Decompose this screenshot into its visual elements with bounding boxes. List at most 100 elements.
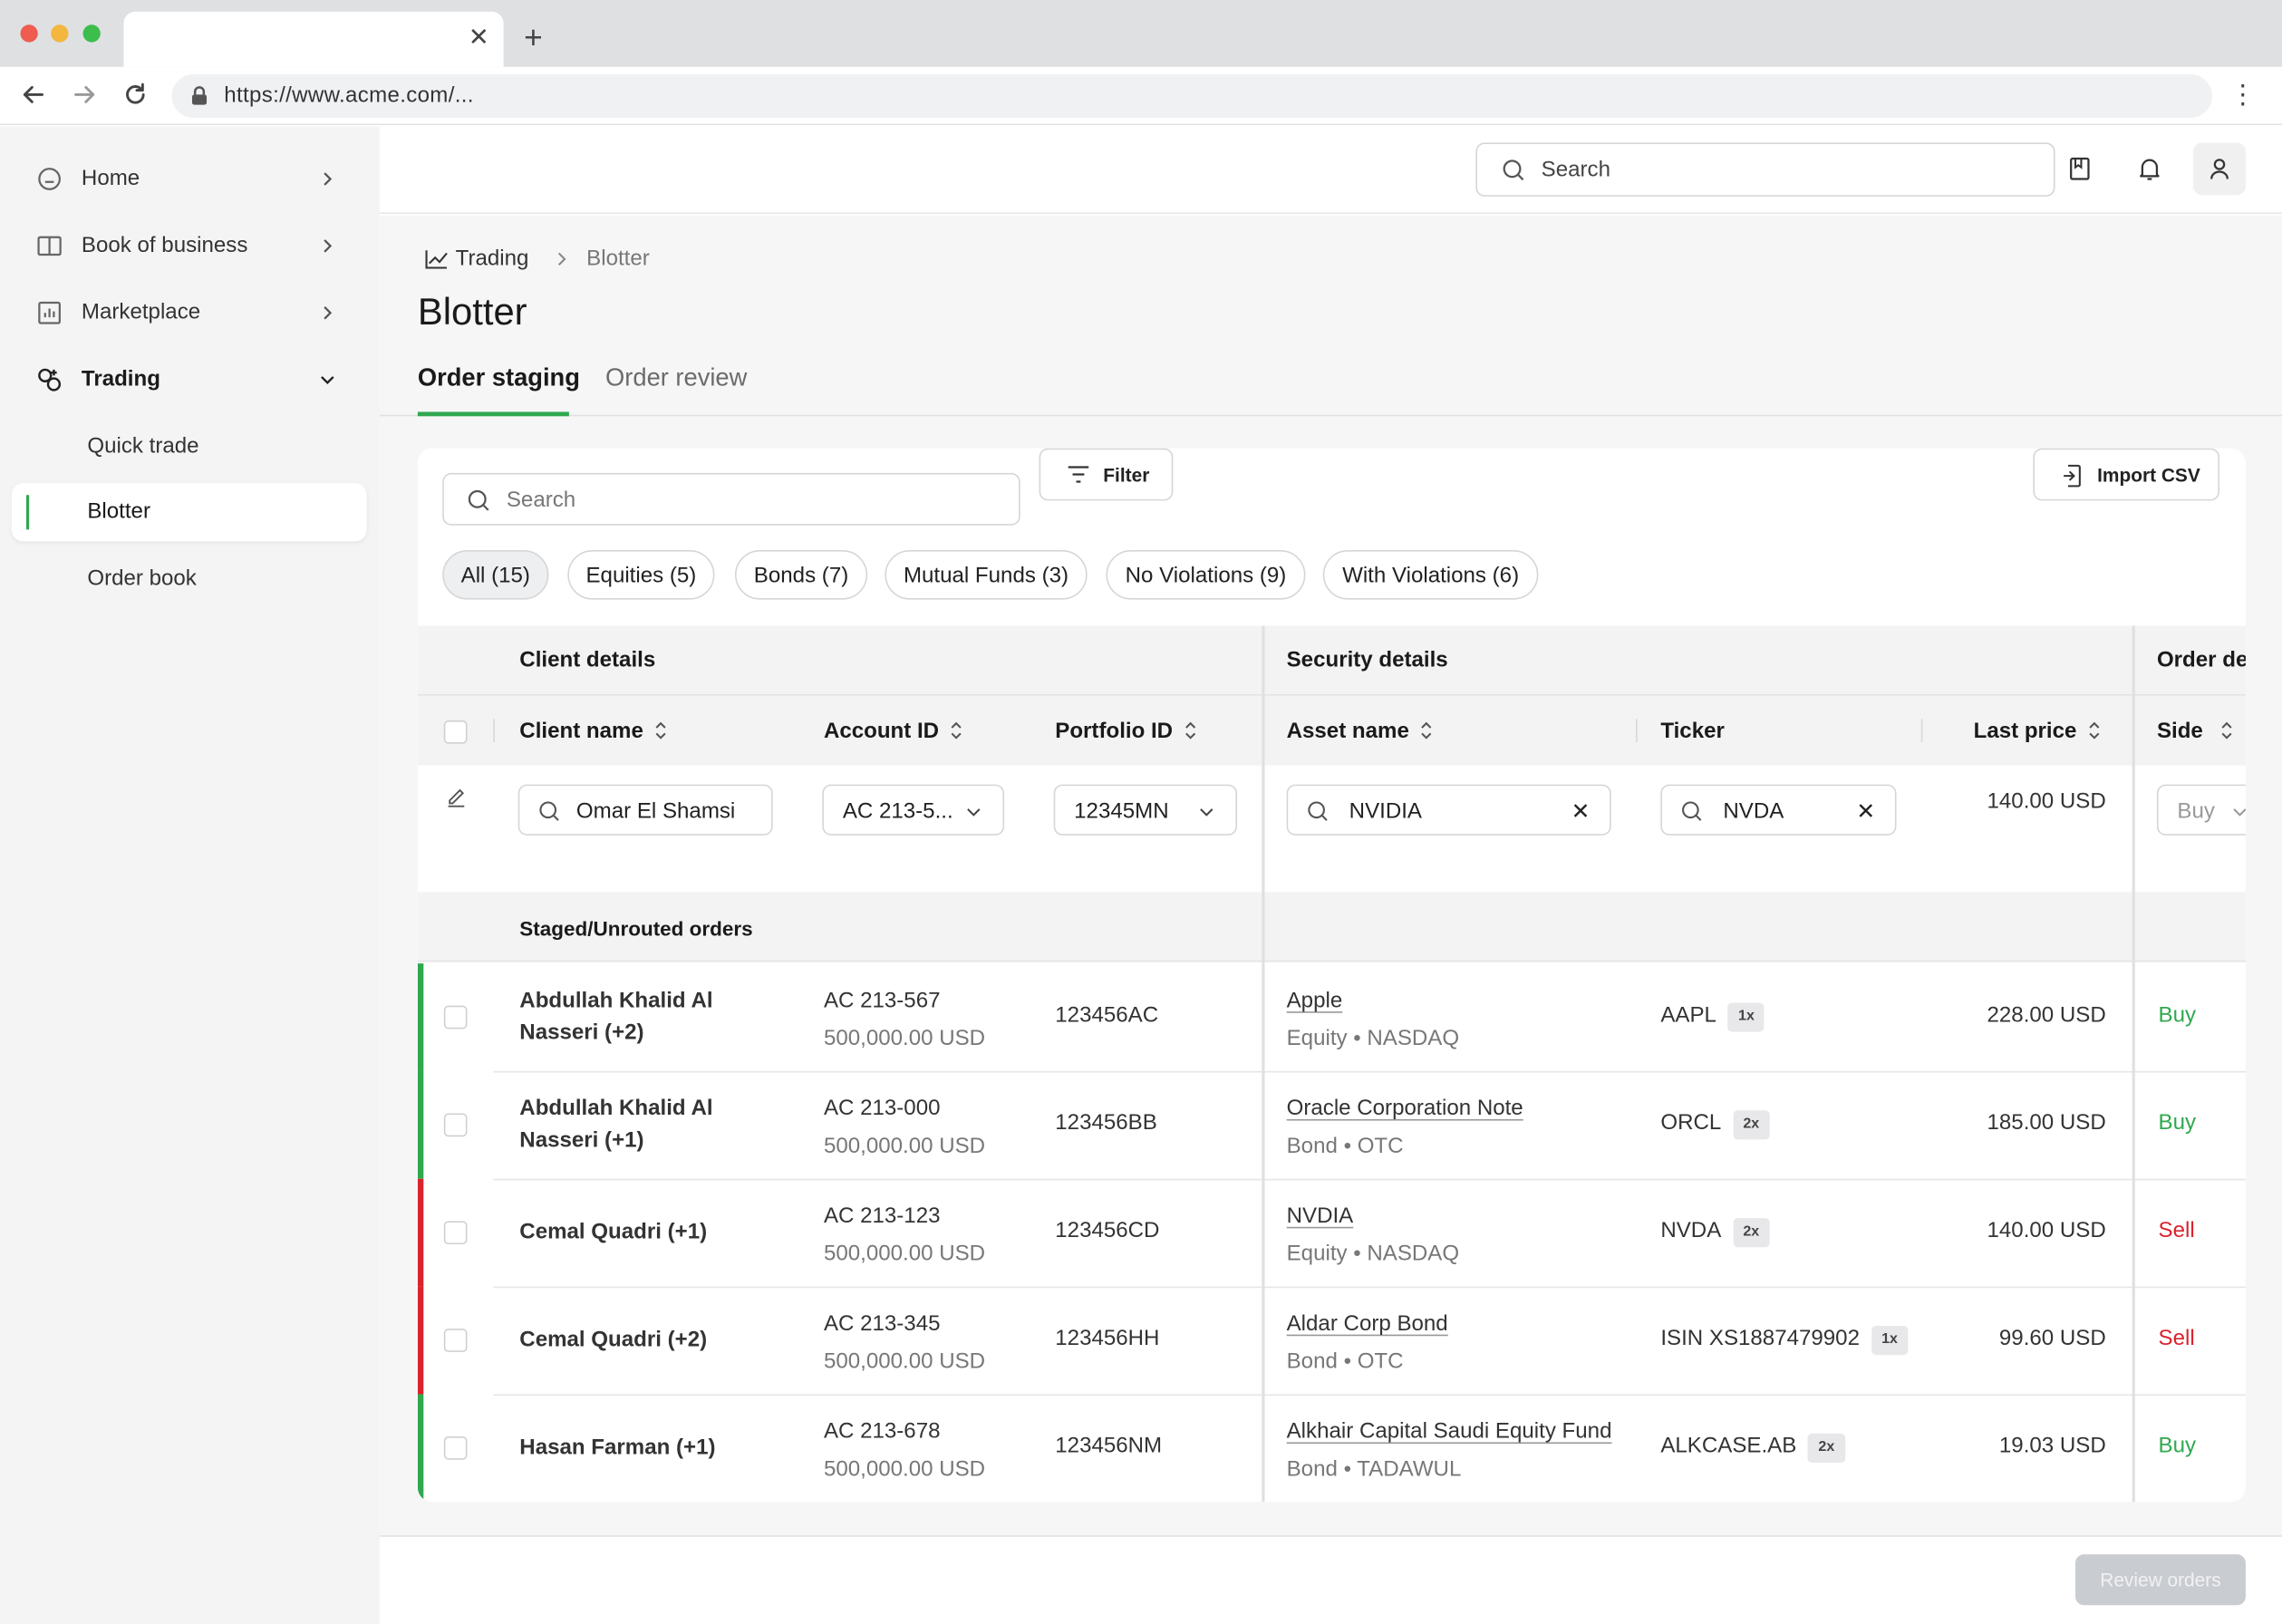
chip-equities[interactable]: Equities (5) <box>567 550 715 600</box>
table-row[interactable]: Cemal Quadri (+1) AC 213-123 500,000.00 U… <box>417 1178 2246 1287</box>
review-orders-button[interactable]: Review orders <box>2075 1554 2246 1606</box>
portfolio-id: 123456CD <box>1055 1218 1160 1243</box>
sidebar-item-label: Blotter <box>87 498 150 525</box>
sidebar-item-blotter[interactable]: Blotter <box>11 483 367 542</box>
side-select[interactable]: Buy <box>2156 784 2246 836</box>
row-checkbox[interactable] <box>443 1329 468 1352</box>
profile-button[interactable] <box>2193 142 2246 196</box>
side-value: Buy <box>2158 1433 2197 1459</box>
chevron-right-icon <box>324 172 333 186</box>
account-select[interactable]: AC 213-5... <box>822 784 1005 836</box>
sort-icon[interactable] <box>2087 719 2102 742</box>
book-icon <box>37 236 62 256</box>
ticker: ALKCASE.AB <box>1660 1433 1797 1459</box>
active-tab-indicator <box>417 411 569 417</box>
col-asset-name[interactable]: Asset name <box>1287 719 1409 743</box>
chip-bonds[interactable]: Bonds (7) <box>734 550 868 600</box>
col-last-price[interactable]: Last price <box>1974 719 2077 743</box>
table-row[interactable]: Hasan Farman (+1) AC 213-678 500,000.00 U… <box>417 1394 2246 1503</box>
col-side[interactable]: Side <box>2157 719 2203 743</box>
edit-pencil-icon[interactable] <box>445 786 467 807</box>
account-id: AC 213-000 <box>823 1096 941 1121</box>
maximize-window-dot[interactable] <box>82 24 101 43</box>
last-price: 140.00 USD <box>1987 1218 2106 1243</box>
sidebar-item-book-of-business[interactable]: Book of business <box>12 217 367 275</box>
sidebar-item-label: Home <box>81 166 140 191</box>
filter-label: Filter <box>1103 464 1150 487</box>
chip-all[interactable]: All (15) <box>442 550 549 600</box>
chip-no-violations[interactable]: No Violations (9) <box>1106 550 1306 600</box>
side-value: Sell <box>2158 1325 2195 1351</box>
lock-icon <box>191 86 208 105</box>
asset-link[interactable]: Aldar Corp Bond <box>1287 1305 1448 1343</box>
browser-tab[interactable]: ✕ <box>123 11 504 67</box>
table-row[interactable]: Cemal Quadri (+2) AC 213-345 500,000.00 U… <box>417 1286 2246 1395</box>
sort-icon[interactable] <box>2219 719 2234 742</box>
portfolio-select[interactable]: 12345MN <box>1053 784 1238 836</box>
sidebar-item-quick-trade[interactable]: Quick trade <box>12 418 367 476</box>
asset-search-input[interactable]: NVIDIA <box>1286 784 1611 836</box>
select-all-checkbox[interactable] <box>443 720 468 744</box>
import-csv-button[interactable]: Import CSV <box>2033 448 2219 501</box>
clear-icon[interactable] <box>1857 802 1874 819</box>
sort-icon[interactable] <box>949 719 963 742</box>
chevron-right-icon <box>324 239 333 253</box>
row-checkbox[interactable] <box>443 1436 468 1460</box>
client-search-input[interactable]: Omar El Shamsi <box>517 784 773 836</box>
sidebar-item-marketplace[interactable]: Marketplace <box>12 284 367 342</box>
row-checkbox[interactable] <box>443 1005 468 1030</box>
bookmark-button[interactable] <box>2054 142 2106 195</box>
tab-order-staging[interactable]: Order staging <box>418 363 580 392</box>
col-ticker: Ticker <box>1660 719 1725 744</box>
staged-orders-label: Staged/Unrouted orders <box>519 916 753 941</box>
reload-icon[interactable] <box>121 80 150 109</box>
back-arrow-icon[interactable] <box>19 80 48 109</box>
sidebar-item-order-book[interactable]: Order book <box>12 550 367 608</box>
sidebar-item-home[interactable]: Home <box>12 150 367 208</box>
chip-label: With Violations (6) <box>1342 563 1520 588</box>
ticker-search-input[interactable]: NVDA <box>1660 784 1897 836</box>
asset-link[interactable]: Apple <box>1287 982 1459 1020</box>
last-price: 185.00 USD <box>1987 1110 2106 1136</box>
asset-link[interactable]: NVDIA <box>1287 1198 1459 1236</box>
close-tab-icon[interactable]: ✕ <box>469 24 489 53</box>
sort-icon[interactable] <box>1419 719 1434 742</box>
clear-icon[interactable] <box>1571 802 1589 819</box>
row-checkbox[interactable] <box>443 1221 468 1245</box>
filter-icon <box>1068 466 1089 483</box>
minimize-window-dot[interactable] <box>51 24 69 43</box>
tab-order-review[interactable]: Order review <box>605 363 747 392</box>
sidebar-item-trading[interactable]: Trading <box>12 351 367 409</box>
asset-link[interactable]: Oracle Corporation Note <box>1287 1090 1523 1128</box>
column-divider <box>493 719 496 743</box>
notifications-button[interactable] <box>2123 142 2176 195</box>
row-checkbox[interactable] <box>443 1113 468 1137</box>
asset-link[interactable]: Alkhair Capital Saudi Equity Fund <box>1287 1413 1612 1451</box>
ticker: ORCL <box>1660 1110 1722 1136</box>
browser-menu-icon[interactable]: ⋮ <box>2229 80 2256 109</box>
col-account-id[interactable]: Account ID <box>824 719 939 743</box>
chevron-down-icon <box>321 376 334 385</box>
asset-meta: Bond • TADAWUL <box>1286 1456 1462 1482</box>
close-window-dot[interactable] <box>20 24 38 43</box>
home-icon <box>38 168 61 190</box>
table-row[interactable]: Abdullah Khalid Al Nasseri (+2) AC 213-5… <box>417 963 2246 1071</box>
chip-with-violations[interactable]: With Violations (6) <box>1322 550 1539 600</box>
chip-label: Bonds (7) <box>753 563 849 588</box>
filter-button[interactable]: Filter <box>1039 448 1174 501</box>
breadcrumb-trading[interactable]: Trading <box>456 246 529 270</box>
global-search-input[interactable]: Search <box>1475 142 2055 197</box>
col-portfolio-id[interactable]: Portfolio ID <box>1055 719 1173 743</box>
orders-search-input[interactable]: Search <box>442 472 1020 526</box>
new-tab-icon[interactable]: + <box>524 20 543 55</box>
account-value: 500,000.00 USD <box>823 1026 986 1051</box>
side-value: Buy <box>2158 1002 2197 1028</box>
sort-icon[interactable] <box>653 719 668 742</box>
forward-arrow-icon[interactable] <box>70 80 99 109</box>
sort-icon[interactable] <box>1184 719 1198 742</box>
col-client-name[interactable]: Client name <box>519 719 643 743</box>
group-divider <box>2132 625 2135 1503</box>
table-row[interactable]: Abdullah Khalid Al Nasseri (+1) AC 213-0… <box>417 1070 2246 1179</box>
url-bar[interactable]: https://www.acme.com/... <box>171 73 2212 119</box>
chip-mutual-funds[interactable]: Mutual Funds (3) <box>885 550 1088 600</box>
